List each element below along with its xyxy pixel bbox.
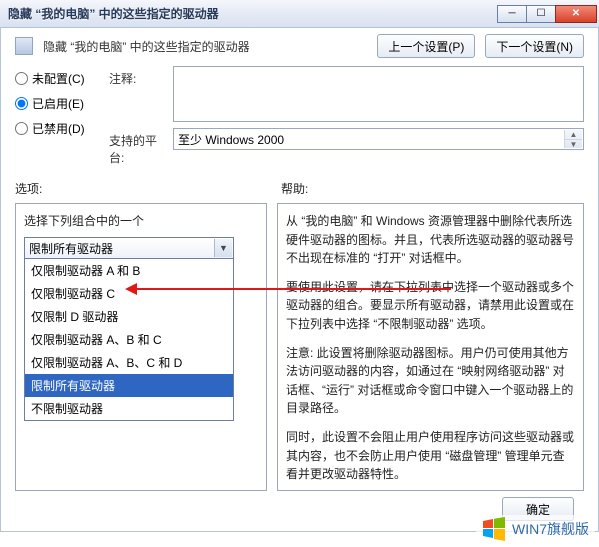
platform-scrollbar[interactable]: ▲ ▼ [564,130,582,148]
next-setting-button[interactable]: 下一个设置(N) [485,34,584,58]
platform-field: 至少 Windows 2000 ▲ ▼ [173,128,584,150]
radio-disabled-label: 已禁用(D) [32,120,85,137]
radio-enabled-label: 已启用(E) [32,95,84,112]
drive-combo-item[interactable]: 仅限制 D 驱动器 [25,305,233,328]
radio-disabled[interactable] [15,122,28,135]
help-panel: 从 “我的电脑” 和 Windows 资源管理器中删除代表所选硬件驱动器的图标。… [277,203,584,491]
watermark-text: WIN7旗舰版 [512,519,589,539]
radio-not-configured-row[interactable]: 未配置(C) [15,70,99,87]
comment-label: 注释: [109,66,165,87]
platform-label: 支持的平台: [109,128,165,166]
help-paragraph: 同时，此设置不会阻止用户使用程序访问这些驱动器或其内容，也不会防止用户使用 “磁… [286,428,575,484]
windows-logo-icon [482,517,506,541]
watermark: WIN7旗舰版 [476,515,595,543]
drive-combo-value: 限制所有驱动器 [29,240,113,257]
options-caption: 选择下列组合中的一个 [24,212,258,229]
policy-title: 隐藏 “我的电脑” 中的这些指定的驱动器 [43,38,367,55]
comment-field[interactable] [173,66,584,122]
drive-combo[interactable]: 限制所有驱动器 ▼ [24,237,234,259]
window-title: 隐藏 “我的电脑” 中的这些指定的驱动器 [8,5,498,22]
drive-combo-item[interactable]: 仅限制驱动器 A 和 B [25,259,233,282]
dialog-client: 隐藏 “我的电脑” 中的这些指定的驱动器 上一个设置(P) 下一个设置(N) 未… [0,28,599,532]
radio-enabled-row[interactable]: 已启用(E) [15,95,99,112]
radio-enabled[interactable] [15,97,28,110]
help-paragraph: 要使用此设置，请在下拉列表中选择一个驱动器或多个驱动器的组合。要显示所有驱动器，… [286,278,575,334]
help-label: 帮助: [281,180,308,197]
maximize-button[interactable] [526,5,556,23]
options-panel: 选择下列组合中的一个 限制所有驱动器 ▼ 仅限制驱动器 A 和 B仅限制驱动器 … [15,203,267,491]
platform-value: 至少 Windows 2000 [178,131,284,148]
drive-combo-list: 仅限制驱动器 A 和 B仅限制驱动器 C仅限制 D 驱动器仅限制驱动器 A、B … [24,259,234,421]
policy-icon [15,37,33,55]
previous-setting-button[interactable]: 上一个设置(P) [377,34,475,58]
radio-disabled-row[interactable]: 已禁用(D) [15,120,99,137]
help-paragraph: 注意: 此设置将删除驱动器图标。用户仍可使用其他方法访问驱动器的内容，如通过在 … [286,344,575,418]
scroll-down-icon[interactable]: ▼ [565,140,582,149]
radio-not-configured[interactable] [15,72,28,85]
drive-combo-item[interactable]: 仅限制驱动器 A、B、C 和 D [25,351,233,374]
close-button[interactable] [555,5,597,23]
options-label: 选项: [15,180,281,197]
drive-combo-item[interactable]: 仅限制驱动器 C [25,282,233,305]
scroll-up-icon[interactable]: ▲ [565,130,582,140]
drive-combo-item[interactable]: 限制所有驱动器 [25,374,233,397]
radio-not-configured-label: 未配置(C) [32,70,85,87]
help-paragraph: 从 “我的电脑” 和 Windows 资源管理器中删除代表所选硬件驱动器的图标。… [286,212,575,268]
drive-combo-item[interactable]: 不限制驱动器 [25,397,233,420]
title-bar: 隐藏 “我的电脑” 中的这些指定的驱动器 [0,0,599,28]
chevron-down-icon: ▼ [214,239,232,257]
drive-combo-item[interactable]: 仅限制驱动器 A、B 和 C [25,328,233,351]
minimize-button[interactable] [497,5,527,23]
